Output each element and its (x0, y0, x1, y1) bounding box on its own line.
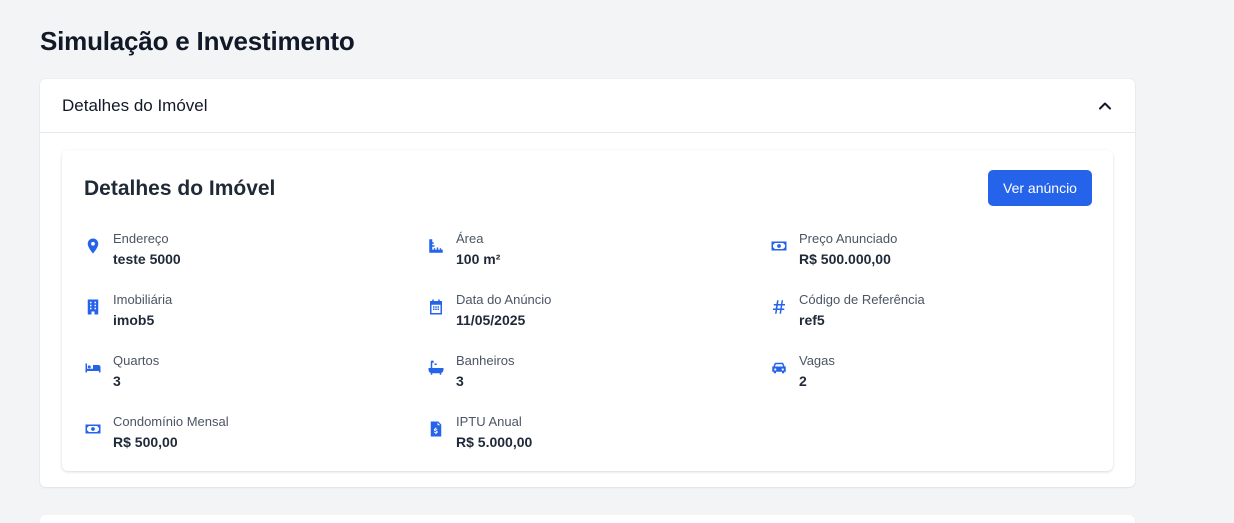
detail-value: 100 m² (456, 251, 501, 267)
detail-label: Endereço (113, 231, 169, 246)
detail-value: 3 (113, 373, 121, 389)
detail-label: Código de Referência (799, 292, 925, 307)
detail-label: Vagas (799, 353, 835, 368)
detail-item-price: Preço Anunciado R$ 500.000,00 (770, 231, 1113, 292)
ruler-icon (427, 237, 445, 255)
chevron-up-icon[interactable] (1097, 98, 1113, 114)
detail-value: ref5 (799, 312, 825, 328)
detail-item-iptu: IPTU Anual R$ 5.000,00 (427, 414, 770, 475)
accordion-header[interactable]: Detalhes do Imóvel (40, 79, 1135, 133)
car-icon (770, 359, 788, 377)
bath-icon (427, 359, 445, 377)
detail-value: imob5 (113, 312, 155, 328)
view-ad-button[interactable]: Ver anúncio (988, 170, 1092, 206)
detail-label: Condomínio Mensal (113, 414, 229, 429)
calendar-icon (427, 298, 445, 316)
bed-icon (84, 359, 102, 377)
detail-item-parking: Vagas 2 (770, 353, 1113, 414)
page-title: Simulação e Investimento (40, 26, 355, 56)
detail-label: Banheiros (456, 353, 515, 368)
money-icon (770, 237, 788, 255)
detail-value: 11/05/2025 (456, 312, 526, 328)
detail-label: Data do Anúncio (456, 292, 552, 307)
property-details-card: Detalhes do Imóvel Ver anúncio Endereço … (62, 150, 1113, 471)
property-details-accordion: Detalhes do Imóvel Detalhes do Imóvel Ve… (40, 79, 1135, 487)
detail-label: Quartos (113, 353, 160, 368)
detail-item-reference: Código de Referência ref5 (770, 292, 1113, 353)
detail-label: Área (456, 231, 484, 246)
invoice-icon (427, 420, 445, 438)
detail-value: 2 (799, 373, 807, 389)
detail-item-address: Endereço teste 5000 (84, 231, 427, 292)
hashtag-icon (770, 298, 788, 316)
building-icon (84, 298, 102, 316)
detail-label: Preço Anunciado (799, 231, 898, 246)
detail-item-agency: Imobiliária imob5 (84, 292, 427, 353)
detail-item-bathrooms: Banheiros 3 (427, 353, 770, 414)
detail-item-area: Área 100 m² (427, 231, 770, 292)
detail-item-ad-date: Data do Anúncio 11/05/2025 (427, 292, 770, 353)
detail-value: R$ 500.000,00 (799, 251, 891, 267)
detail-value: 3 (456, 373, 464, 389)
map-pin-icon (84, 237, 102, 255)
detail-value: teste 5000 (113, 251, 181, 267)
detail-item-bedrooms: Quartos 3 (84, 353, 427, 414)
next-section-panel (40, 515, 1135, 523)
money-icon (84, 420, 102, 438)
detail-value: R$ 5.000,00 (456, 434, 533, 450)
detail-item-condo-fee: Condomínio Mensal R$ 500,00 (84, 414, 427, 475)
accordion-title: Detalhes do Imóvel (62, 95, 208, 115)
details-grid: Endereço teste 5000 Área 100 m² Preço An… (84, 231, 1114, 475)
card-title: Detalhes do Imóvel (84, 177, 276, 200)
detail-label: Imobiliária (113, 292, 173, 307)
detail-label: IPTU Anual (456, 414, 522, 429)
detail-value: R$ 500,00 (113, 434, 178, 450)
